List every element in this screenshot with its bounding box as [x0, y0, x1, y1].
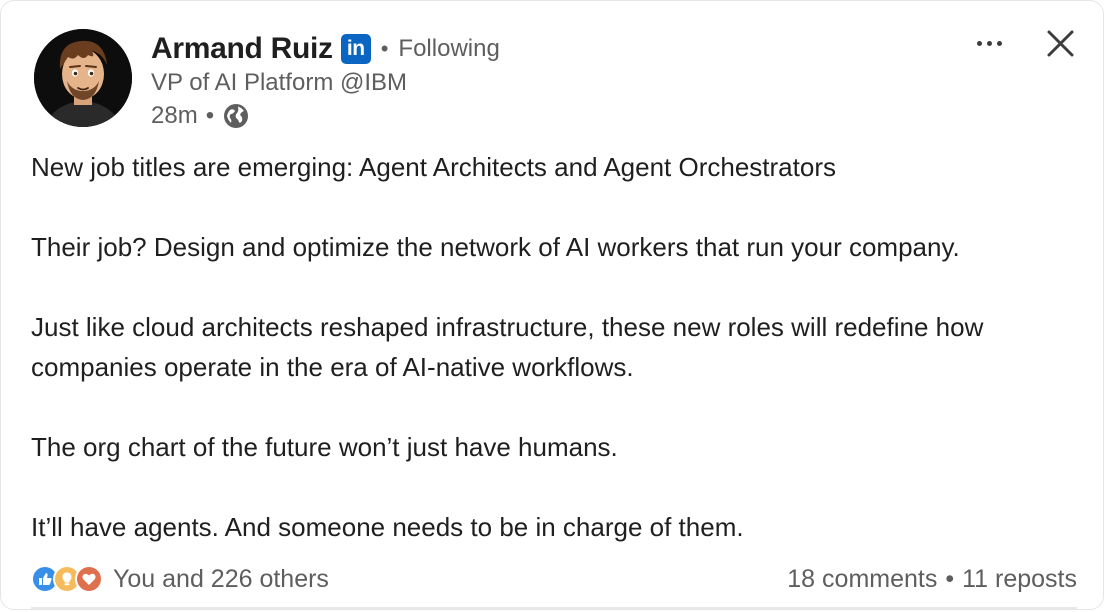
reaction-icons: [31, 565, 103, 593]
reposts-count[interactable]: 11 reposts: [962, 565, 1077, 594]
social-counts-bar: You and 226 others 18 comments • 11 repo…: [31, 559, 1077, 599]
more-horizontal-icon: [976, 40, 982, 46]
separator-dot: •: [205, 102, 215, 129]
post-text: New job titles are emerging: Agent Archi…: [31, 147, 1091, 547]
author-avatar[interactable]: [34, 29, 132, 127]
post-time: 28m: [151, 102, 198, 129]
post-paragraph: New job titles are emerging: Agent Archi…: [31, 152, 836, 182]
linkedin-icon: in: [340, 34, 371, 64]
divider: [31, 607, 1077, 609]
close-button[interactable]: [1041, 25, 1079, 63]
author-name-row: Armand Ruiz in • Following: [151, 29, 500, 69]
avatar-illustration: [34, 29, 132, 127]
more-options-button[interactable]: [969, 27, 1009, 59]
love-icon: [75, 565, 103, 593]
post-paragraph: Just like cloud architects reshaped infr…: [31, 312, 984, 382]
post-paragraph: Their job? Design and optimize the netwo…: [31, 232, 960, 262]
reactions-summary[interactable]: You and 226 others: [31, 565, 329, 594]
reactions-count: You and 226 others: [113, 564, 329, 593]
author-name[interactable]: Armand Ruiz: [151, 32, 333, 66]
separator-dot: •: [380, 36, 389, 61]
globe-icon: [222, 102, 250, 130]
comments-count[interactable]: 18 comments: [787, 565, 937, 594]
post-paragraph: It’ll have agents. And someone needs to …: [31, 512, 744, 542]
engagement-counts: 18 comments • 11 reposts: [787, 565, 1077, 594]
post-meta: 28m •: [151, 100, 250, 132]
post-paragraph: The org chart of the future won’t just h…: [31, 432, 618, 462]
follow-status[interactable]: Following: [398, 35, 499, 63]
close-icon: [1047, 30, 1074, 57]
separator-dot: •: [945, 564, 955, 593]
post-card: Armand Ruiz in • Following VP of AI Plat…: [0, 0, 1104, 610]
author-headline: VP of AI Platform @IBM: [151, 69, 408, 96]
